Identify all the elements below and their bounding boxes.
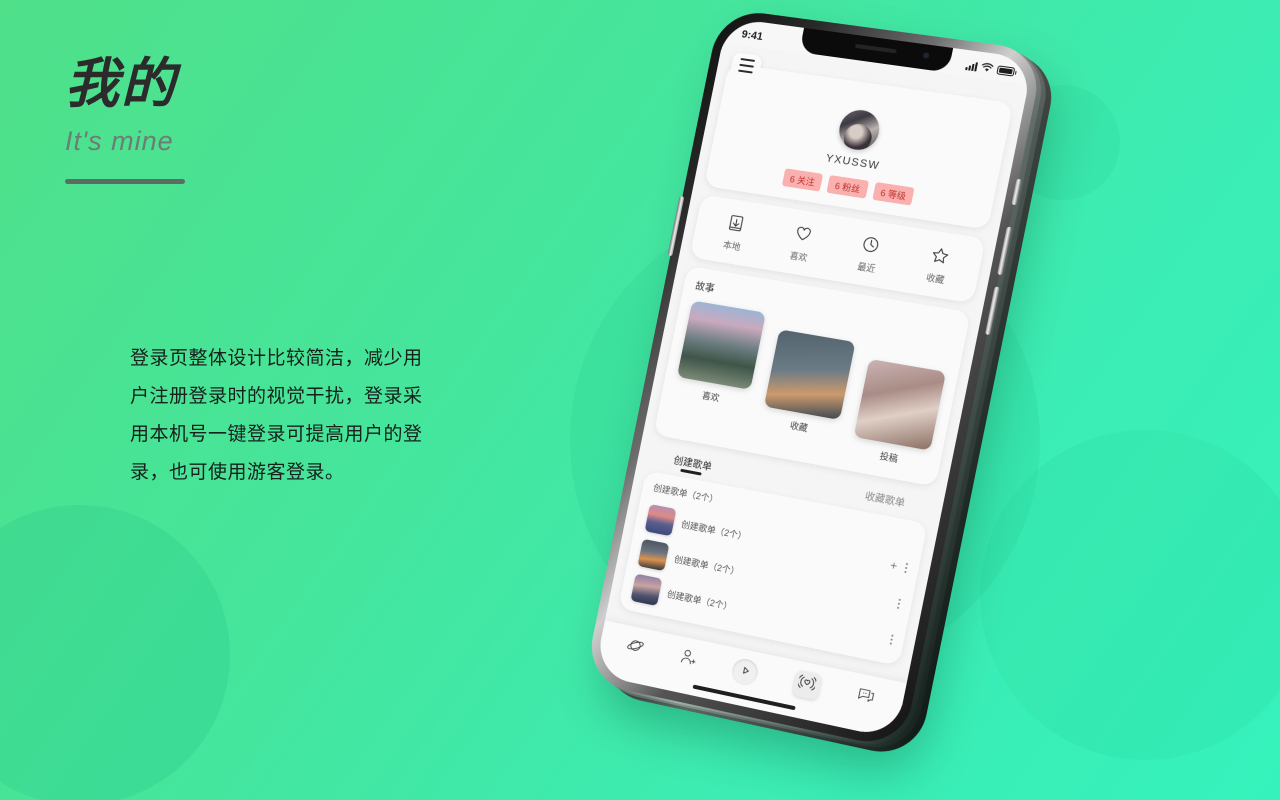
story-thumbnail (677, 300, 767, 390)
description-text: 登录页整体设计比较简洁，减少用户注册登录时的视觉干扰，登录采用本机号一键登录可提… (130, 348, 423, 483)
phone-mockup: 9:41 YXUSSW 6 关注 6 粉丝 6 等级 本地 喜欢 最近 收藏 故… (583, 7, 1060, 761)
nav-add-friend[interactable] (677, 646, 700, 673)
phone-screen: 9:41 YXUSSW 6 关注 6 粉丝 6 等级 本地 喜欢 最近 收藏 故… (593, 17, 1034, 740)
battery-icon (996, 64, 1016, 77)
quick-action-recent[interactable]: 最近 (840, 231, 899, 278)
story-thumbnail (764, 329, 856, 420)
earpiece-speaker (854, 43, 897, 54)
tab-saved-playlists[interactable]: 收藏歌单 (863, 487, 907, 513)
tab-created-playlists[interactable]: 创建歌单 (672, 451, 714, 477)
quick-action-local[interactable]: 本地 (706, 210, 763, 256)
broadcast-icon (797, 673, 818, 698)
play-icon (738, 662, 752, 682)
story-thumbnail (853, 358, 947, 451)
hamburger-line (739, 57, 755, 63)
nav-discover[interactable] (623, 635, 646, 662)
star-icon (929, 245, 952, 267)
quick-action-label: 收藏 (925, 272, 946, 286)
heading-block: 我的 It's mine (65, 54, 485, 185)
clock-icon (860, 234, 882, 256)
playlist-row-actions: + (889, 558, 909, 574)
nav-broadcast-button[interactable] (791, 669, 823, 701)
wifi-icon (980, 62, 994, 72)
title-divider (65, 179, 185, 185)
add-playlist-icon[interactable]: + (889, 558, 899, 573)
avatar[interactable] (835, 107, 883, 153)
status-icons (965, 60, 1016, 77)
playlist-row-actions (896, 598, 901, 609)
badge-followers[interactable]: 6 粉丝 (826, 175, 869, 199)
background-circle-left (0, 505, 230, 800)
story-item-submissions[interactable]: 投稿 (850, 358, 947, 470)
more-options-icon[interactable] (889, 634, 894, 645)
phone-frame: 9:41 YXUSSW 6 关注 6 粉丝 6 等级 本地 喜欢 最近 收藏 故… (583, 7, 1045, 750)
status-time: 9:41 (740, 28, 764, 43)
story-item-favorites[interactable]: 收藏 (760, 329, 856, 439)
story-label: 喜欢 (701, 390, 721, 403)
quick-action-label: 本地 (722, 239, 742, 253)
chat-icon (854, 684, 878, 712)
page-title: 我的 (65, 54, 177, 114)
quick-action-label: 喜欢 (788, 250, 809, 264)
story-item-likes[interactable]: 喜欢 (673, 300, 767, 408)
story-label: 收藏 (789, 420, 809, 434)
quick-action-likes[interactable]: 喜欢 (772, 221, 830, 267)
story-label: 投稿 (878, 450, 899, 464)
planet-icon (623, 635, 646, 662)
playlist-thumbnail (637, 538, 670, 571)
front-camera-icon (922, 52, 930, 59)
nav-play-button[interactable] (730, 656, 761, 688)
signal-icon (965, 61, 979, 71)
background-circle-bottom (980, 430, 1280, 760)
heart-icon (792, 223, 814, 244)
more-options-icon[interactable] (896, 598, 901, 609)
badge-level[interactable]: 6 等级 (872, 181, 915, 206)
download-icon (725, 213, 747, 234)
playlist-thumbnail (630, 573, 663, 606)
badge-following[interactable]: 6 关注 (781, 168, 824, 192)
quick-action-favorites[interactable]: 收藏 (908, 242, 968, 289)
playlist-thumbnail (644, 503, 677, 536)
page-subtitle: It's mine (65, 126, 174, 157)
more-options-icon[interactable] (904, 562, 909, 573)
playlist-row-actions (889, 634, 894, 645)
person-add-icon (677, 646, 700, 673)
nav-messages[interactable] (854, 684, 878, 712)
quick-action-label: 最近 (856, 261, 877, 275)
